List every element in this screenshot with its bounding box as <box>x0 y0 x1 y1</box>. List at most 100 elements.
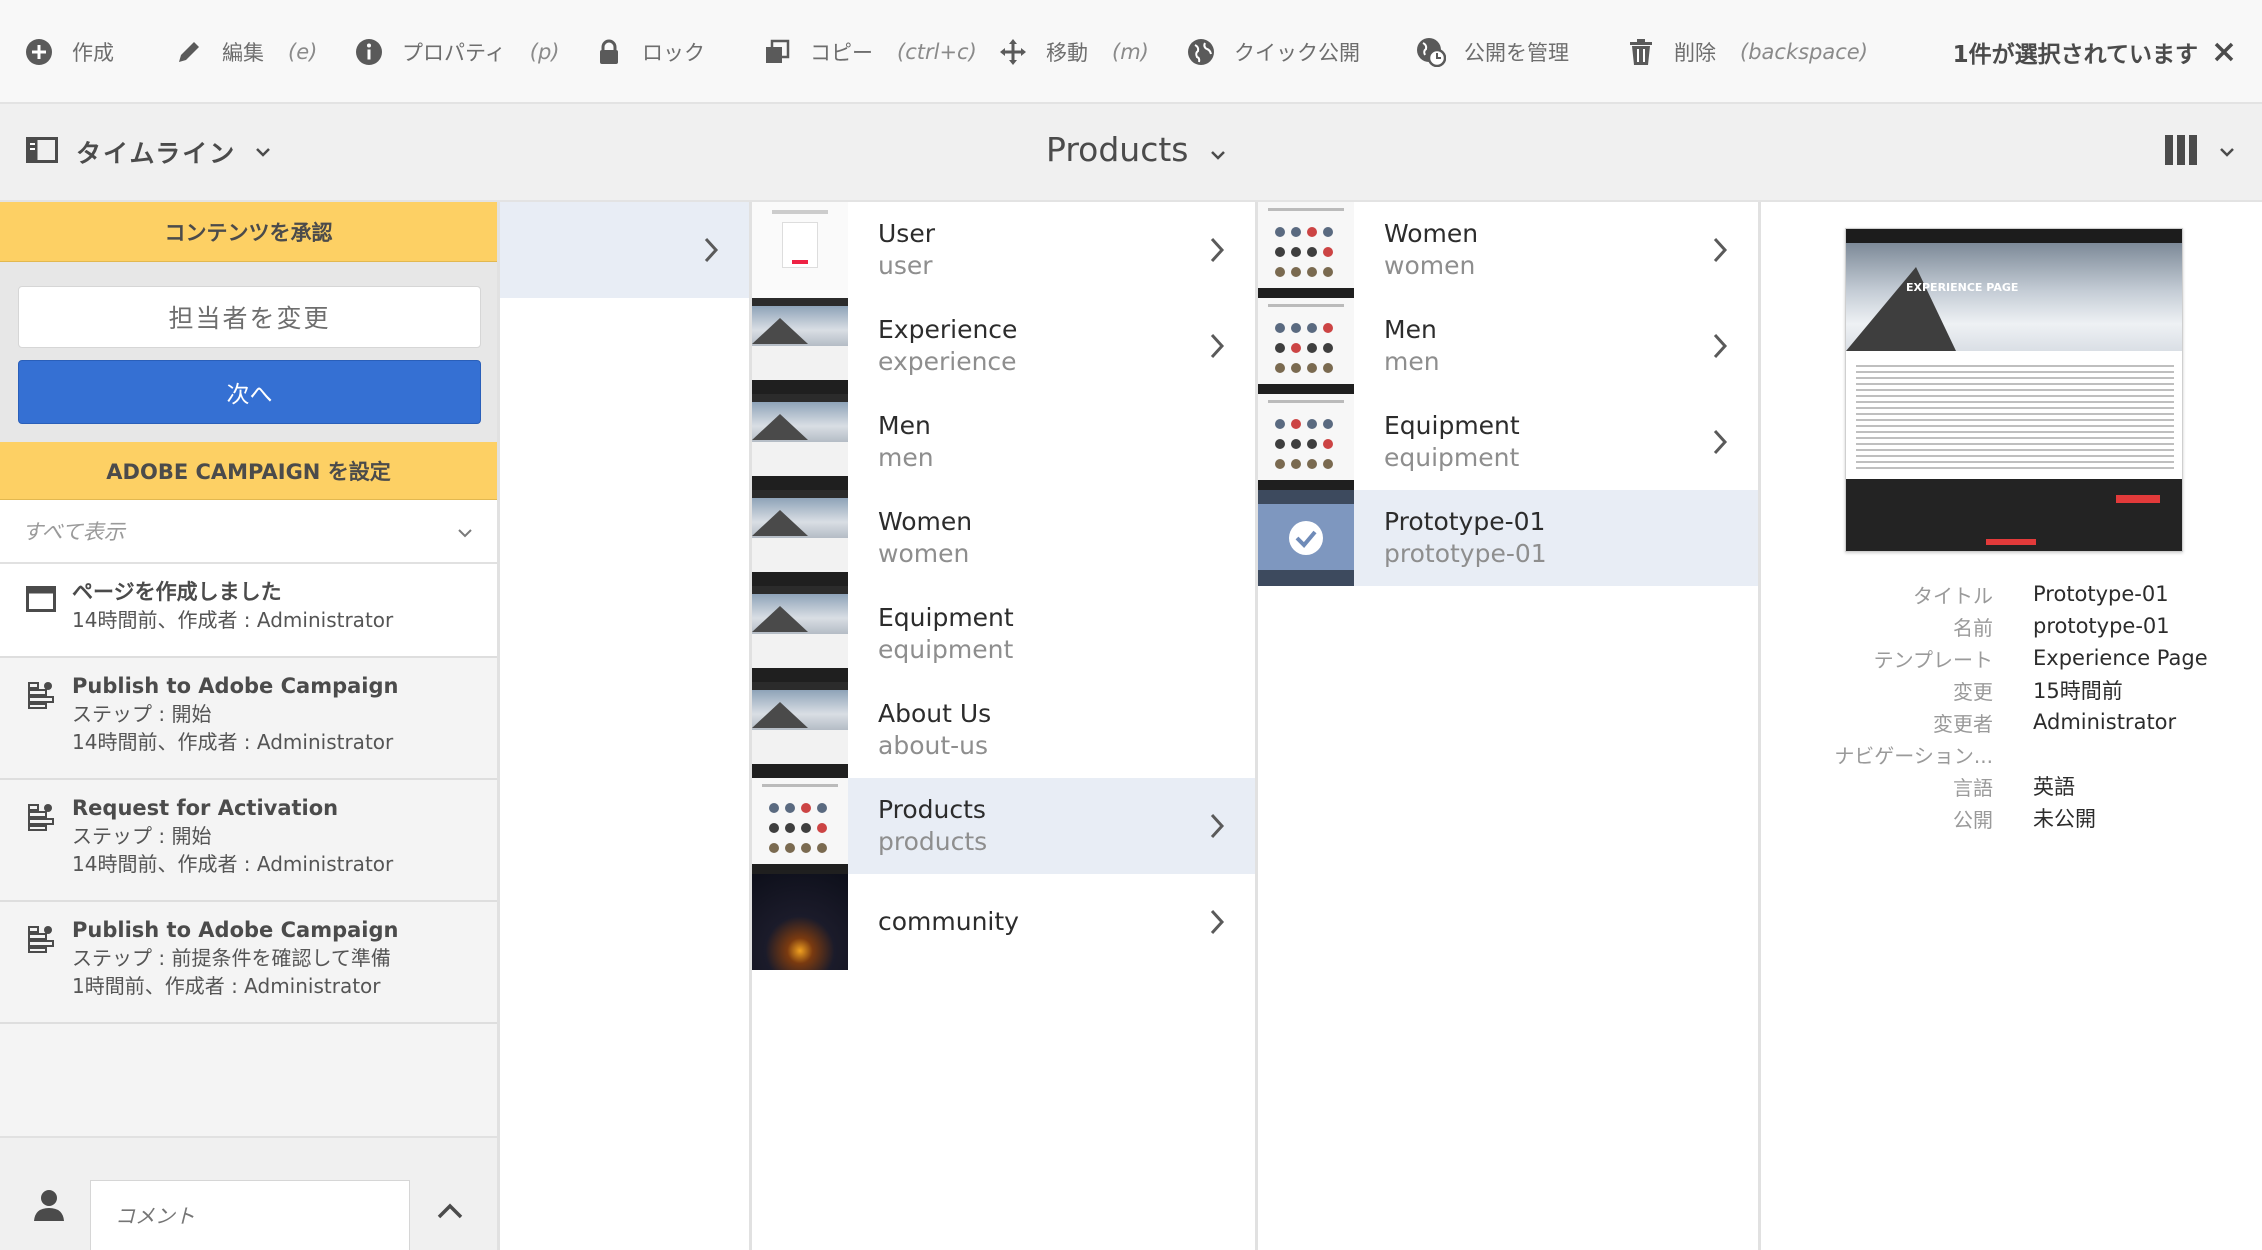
move-button[interactable]: 移動 (m) <box>998 0 1149 104</box>
item-name: experience <box>878 347 1017 376</box>
timeline-event[interactable]: Publish to Adobe Campaign ステップ : 前提条件を確認… <box>0 902 497 1024</box>
timeline-event[interactable]: Request for Activation ステップ : 開始 14時間前、作… <box>0 780 497 902</box>
properties-button[interactable]: プロパティ (p) <box>354 0 559 104</box>
property-value: 英語 <box>2033 775 2075 799</box>
page-properties: タイトル Prototype-01 名前 prototype-01 テンプレート… <box>1761 578 2262 834</box>
property-value: prototype-01 <box>2033 614 2170 638</box>
delete-button[interactable]: 削除 (backspace) <box>1626 0 1868 104</box>
list-item[interactable]: Women women <box>752 490 1255 586</box>
timeline-event-title: Publish to Adobe Campaign <box>72 918 399 942</box>
timeline-event[interactable]: Publish to Adobe Campaign ステップ : 開始 14時間… <box>0 658 497 780</box>
next-button[interactable]: 次へ <box>18 360 481 424</box>
item-name: equipment <box>878 635 1014 664</box>
page-title[interactable]: Products <box>1046 130 1227 169</box>
edit-label: 編集 <box>222 41 264 65</box>
column-products: Women women Men men Equipment equipment … <box>1258 202 1761 1250</box>
property-label: 変更 <box>1953 679 1993 704</box>
property-name: 名前 prototype-01 <box>1761 610 2262 642</box>
rail-toggle[interactable]: タイムライン <box>26 134 272 170</box>
page-icon <box>26 586 56 616</box>
timeline-rail: コンテンツを承認 担当者を変更 次へ ADOBE CAMPAIGN を設定 すべ… <box>0 202 500 1250</box>
rail-panel-icon <box>26 137 58 167</box>
chevron-up-icon[interactable] <box>436 1202 464 1224</box>
approve-content-alert[interactable]: コンテンツを承認 <box>0 202 497 262</box>
details-column: EXPERIENCE PAGE タイトル Prototype-01 名前 pro… <box>1761 202 2262 1250</box>
chevron-right-icon <box>704 237 719 263</box>
comment-input[interactable] <box>90 1180 410 1250</box>
lock-button[interactable]: ロック <box>594 0 705 104</box>
preview-heading: EXPERIENCE PAGE <box>1906 281 2019 294</box>
edit-button[interactable]: 編集 (e) <box>174 0 317 104</box>
chevron-right-icon <box>1210 813 1225 839</box>
property-label: 名前 <box>1953 615 1993 640</box>
timeline-event-step: ステップ : 開始 <box>72 702 212 726</box>
item-title: About Us <box>878 699 992 728</box>
page-thumbnail <box>1258 490 1354 586</box>
timeline-event-meta: 14時間前、作成者 : Administrator <box>72 608 394 632</box>
property-label: 公開 <box>1953 807 1993 832</box>
quick-publish-button[interactable]: クイック公開 <box>1186 0 1360 104</box>
manage-publication-button[interactable]: 公開を管理 <box>1416 0 1569 104</box>
column-root-selected-row[interactable] <box>500 202 749 298</box>
close-selection-button[interactable] <box>2208 36 2240 68</box>
page-preview: EXPERIENCE PAGE <box>1845 228 2183 552</box>
timeline-event[interactable]: ページを作成しました 14時間前、作成者 : Administrator <box>0 564 497 658</box>
list-item[interactable]: Experience experience <box>752 298 1255 394</box>
list-item-selected[interactable]: Products products <box>752 778 1255 874</box>
list-item[interactable]: Women women <box>1258 202 1758 298</box>
property-title: タイトル Prototype-01 <box>1761 578 2262 610</box>
workflow-icon <box>26 680 56 710</box>
create-label: 作成 <box>72 41 114 65</box>
property-value: Experience Page <box>2033 646 2208 670</box>
item-title: Equipment <box>1384 411 1520 440</box>
timeline-event-meta: 14時間前、作成者 : Administrator <box>72 852 394 876</box>
timeline-filter[interactable]: すべて表示 <box>0 500 497 564</box>
checkmark-icon[interactable] <box>1288 520 1324 560</box>
chevron-down-icon <box>2218 143 2236 162</box>
chevron-down-icon <box>254 143 272 162</box>
timeline-event-meta: 14時間前、作成者 : Administrator <box>72 730 394 754</box>
edit-shortcut: (e) <box>288 40 318 64</box>
item-title: User <box>878 219 935 248</box>
item-name: prototype-01 <box>1384 539 1547 568</box>
close-icon <box>2214 42 2234 62</box>
column-view-icon <box>2164 134 2198 170</box>
lock-icon <box>594 37 624 67</box>
filter-value: すべて表示 <box>22 520 125 544</box>
view-switcher[interactable] <box>2164 134 2236 170</box>
copy-icon <box>762 37 792 67</box>
list-item-selected[interactable]: Prototype-01 prototype-01 <box>1258 490 1758 586</box>
page-thumbnail <box>752 298 848 394</box>
page-thumbnail <box>1258 202 1354 298</box>
move-label: 移動 <box>1046 41 1088 65</box>
quick-publish-label: クイック公開 <box>1234 41 1360 65</box>
chevron-right-icon <box>1210 237 1225 263</box>
timeline-event-step: ステップ : 開始 <box>72 824 212 848</box>
property-published: 公開 未公開 <box>1761 802 2262 834</box>
create-button[interactable]: 作成 <box>24 0 114 104</box>
chevron-right-icon <box>1210 909 1225 935</box>
list-item[interactable]: Men men <box>1258 298 1758 394</box>
item-name: women <box>878 539 970 568</box>
list-item[interactable]: Men men <box>752 394 1255 490</box>
list-item[interactable]: Equipment equipment <box>752 586 1255 682</box>
delete-shortcut: (backspace) <box>1740 40 1868 64</box>
copy-shortcut: (ctrl+c) <box>897 40 977 64</box>
list-item[interactable]: About Us about-us <box>752 682 1255 778</box>
workflow-icon <box>26 924 56 954</box>
item-title: Products <box>878 795 986 824</box>
item-title: Men <box>1384 315 1437 344</box>
change-assignee-button[interactable]: 担当者を変更 <box>18 286 481 348</box>
list-item[interactable]: Equipment equipment <box>1258 394 1758 490</box>
item-title: Women <box>878 507 973 536</box>
configure-campaign-alert[interactable]: ADOBE CAMPAIGN を設定 <box>0 442 497 500</box>
globe-icon <box>1186 37 1216 67</box>
pencil-icon <box>174 37 204 67</box>
property-label: 変更者 <box>1933 711 1993 736</box>
list-item[interactable]: community <box>752 874 1255 970</box>
copy-button[interactable]: コピー (ctrl+c) <box>762 0 977 104</box>
list-item[interactable]: User user <box>752 202 1255 298</box>
move-icon <box>998 37 1028 67</box>
user-icon <box>32 1188 66 1226</box>
alert-actions: 担当者を変更 次へ <box>0 262 497 442</box>
